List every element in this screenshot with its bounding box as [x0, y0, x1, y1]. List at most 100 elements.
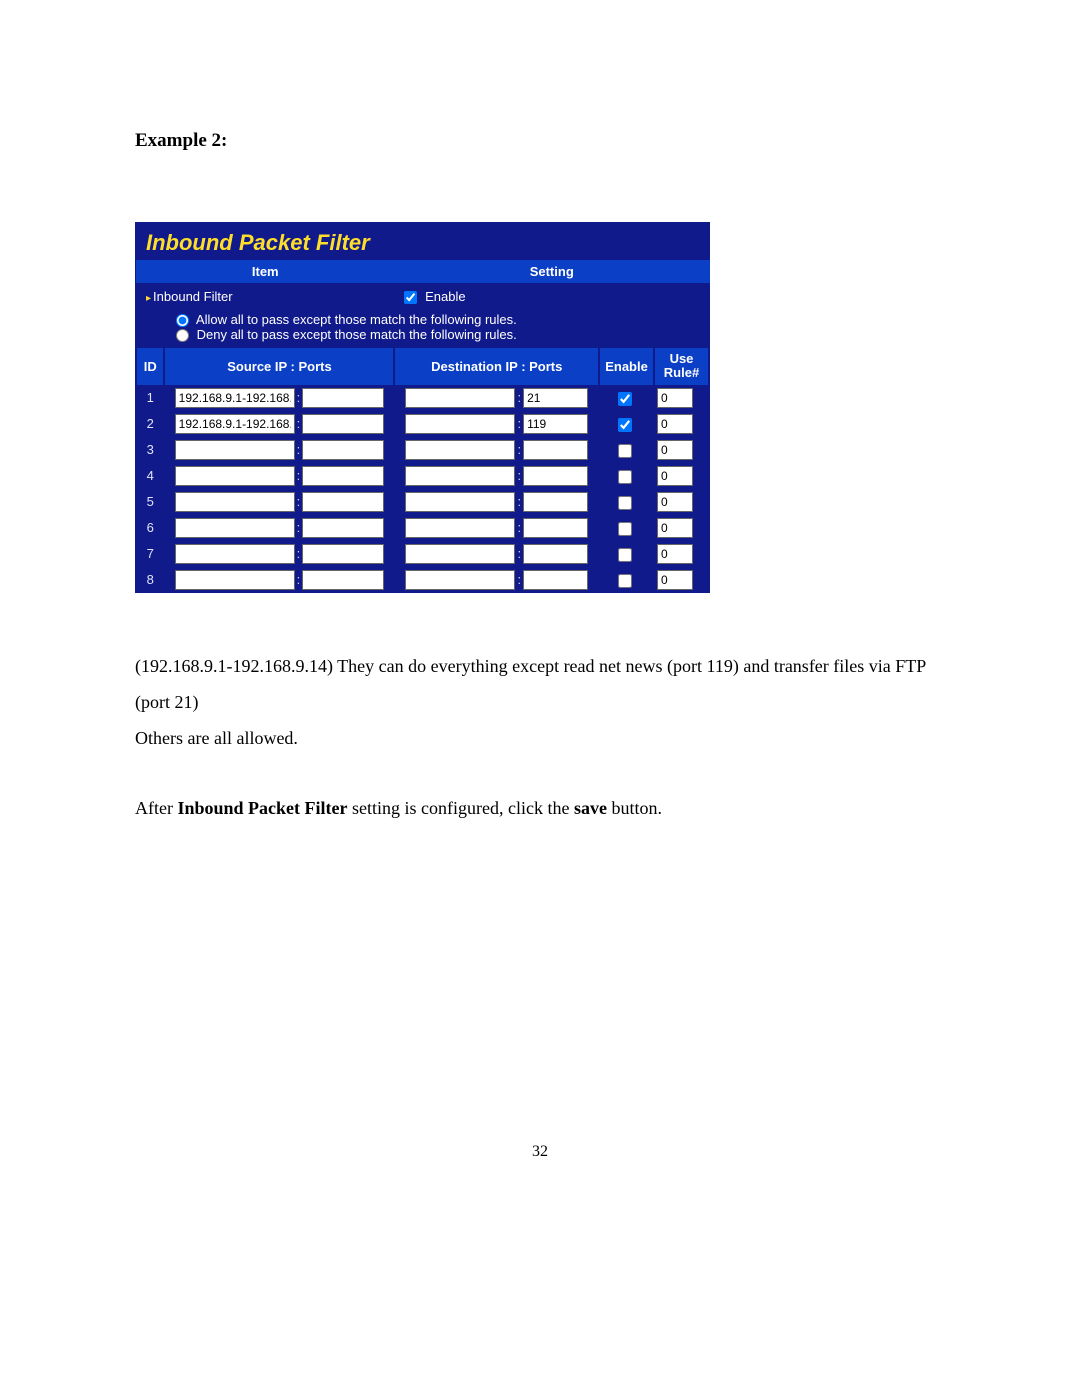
- src-cell: :: [164, 515, 394, 541]
- row-enable-checkbox[interactable]: [618, 574, 632, 588]
- use-rule-input[interactable]: [657, 518, 693, 538]
- row-id: 6: [136, 515, 164, 541]
- enable-cell: [599, 515, 654, 541]
- enable-text: Enable: [425, 289, 465, 304]
- source-port-input[interactable]: [302, 492, 384, 512]
- enable-cell: [599, 489, 654, 515]
- dest-ip-input[interactable]: [405, 466, 515, 486]
- colon: :: [295, 416, 303, 431]
- use-rule-input[interactable]: [657, 414, 693, 434]
- row-enable-checkbox[interactable]: [618, 522, 632, 536]
- header-item: Item: [136, 261, 394, 283]
- row-enable-checkbox[interactable]: [618, 392, 632, 406]
- use-rule-input[interactable]: [657, 440, 693, 460]
- source-ip-input[interactable]: [175, 466, 295, 486]
- source-ip-input[interactable]: [175, 414, 295, 434]
- radio-allow-label[interactable]: Allow all to pass except those match the…: [176, 312, 517, 327]
- dest-port-input[interactable]: [523, 570, 588, 590]
- dest-port-input[interactable]: [523, 414, 588, 434]
- dest-ip-input[interactable]: [405, 570, 515, 590]
- use-rule-input[interactable]: [657, 544, 693, 564]
- rule-cell: [654, 541, 709, 567]
- source-ip-input[interactable]: [175, 440, 295, 460]
- dst-cell: :: [394, 437, 599, 463]
- colon: :: [515, 416, 523, 431]
- source-port-input[interactable]: [302, 570, 384, 590]
- page-number: 32: [135, 1143, 945, 1161]
- dest-port-input[interactable]: [523, 518, 588, 538]
- header-row: Item Setting: [136, 261, 709, 283]
- row-id: 4: [136, 463, 164, 489]
- table-row: 5::: [136, 489, 709, 515]
- dest-port-input[interactable]: [523, 388, 588, 408]
- dest-port-input[interactable]: [523, 466, 588, 486]
- radio-deny-label[interactable]: Deny all to pass except those match the …: [176, 327, 517, 342]
- source-port-input[interactable]: [302, 544, 384, 564]
- src-cell: :: [164, 385, 394, 411]
- dest-ip-input[interactable]: [405, 440, 515, 460]
- enable-cell: [599, 385, 654, 411]
- enable-checkbox-label[interactable]: Enable: [404, 289, 465, 304]
- radio-deny[interactable]: [176, 329, 189, 342]
- row-enable-checkbox[interactable]: [618, 470, 632, 484]
- description-after: After Inbound Packet Filter setting is c…: [135, 794, 945, 823]
- row-enable-checkbox[interactable]: [618, 496, 632, 510]
- radio-allow[interactable]: [176, 314, 189, 327]
- row-enable-checkbox[interactable]: [618, 418, 632, 432]
- inbound-filter-label: ▸Inbound Filter: [136, 283, 394, 311]
- dest-ip-input[interactable]: [405, 518, 515, 538]
- source-port-input[interactable]: [302, 440, 384, 460]
- dst-cell: :: [394, 411, 599, 437]
- source-ip-input[interactable]: [175, 570, 295, 590]
- table-row: 7::: [136, 541, 709, 567]
- dest-ip-input[interactable]: [405, 414, 515, 434]
- source-ip-input[interactable]: [175, 492, 295, 512]
- dst-cell: :: [394, 385, 599, 411]
- radio-allow-text: Allow all to pass except those match the…: [196, 312, 517, 327]
- rule-cell: [654, 437, 709, 463]
- dest-port-input[interactable]: [523, 440, 588, 460]
- col-enable: Enable: [599, 348, 654, 385]
- dest-ip-input[interactable]: [405, 492, 515, 512]
- use-rule-input[interactable]: [657, 388, 693, 408]
- colon: :: [295, 572, 303, 587]
- dst-cell: :: [394, 515, 599, 541]
- dest-port-input[interactable]: [523, 544, 588, 564]
- rule-cell: [654, 411, 709, 437]
- source-port-input[interactable]: [302, 518, 384, 538]
- dst-cell: :: [394, 489, 599, 515]
- use-rule-input[interactable]: [657, 570, 693, 590]
- source-port-input[interactable]: [302, 466, 384, 486]
- row-enable-checkbox[interactable]: [618, 444, 632, 458]
- table-row: 6::: [136, 515, 709, 541]
- source-ip-input[interactable]: [175, 388, 295, 408]
- col-dst: Destination IP : Ports: [394, 348, 599, 385]
- description-line2: Others are all allowed.: [135, 720, 945, 756]
- enable-checkbox[interactable]: [404, 291, 417, 304]
- colon: :: [295, 468, 303, 483]
- table-row: 3::: [136, 437, 709, 463]
- rule-cell: [654, 463, 709, 489]
- row-enable-checkbox[interactable]: [618, 548, 632, 562]
- dest-ip-input[interactable]: [405, 388, 515, 408]
- table-row: 1::: [136, 385, 709, 411]
- dest-ip-input[interactable]: [405, 544, 515, 564]
- dst-cell: :: [394, 567, 599, 593]
- dest-port-input[interactable]: [523, 492, 588, 512]
- source-port-input[interactable]: [302, 414, 384, 434]
- col-id: ID: [136, 348, 164, 385]
- table-row: 2::: [136, 411, 709, 437]
- use-rule-input[interactable]: [657, 492, 693, 512]
- colon: :: [295, 546, 303, 561]
- example-heading: Example 2:: [135, 130, 945, 152]
- col-use: Use Rule#: [654, 348, 709, 385]
- colon: :: [515, 494, 523, 509]
- radio-deny-text: Deny all to pass except those match the …: [197, 327, 517, 342]
- rule-cell: [654, 489, 709, 515]
- source-port-input[interactable]: [302, 388, 384, 408]
- use-rule-input[interactable]: [657, 466, 693, 486]
- source-ip-input[interactable]: [175, 544, 295, 564]
- source-ip-input[interactable]: [175, 518, 295, 538]
- colon: :: [515, 572, 523, 587]
- colon: :: [295, 442, 303, 457]
